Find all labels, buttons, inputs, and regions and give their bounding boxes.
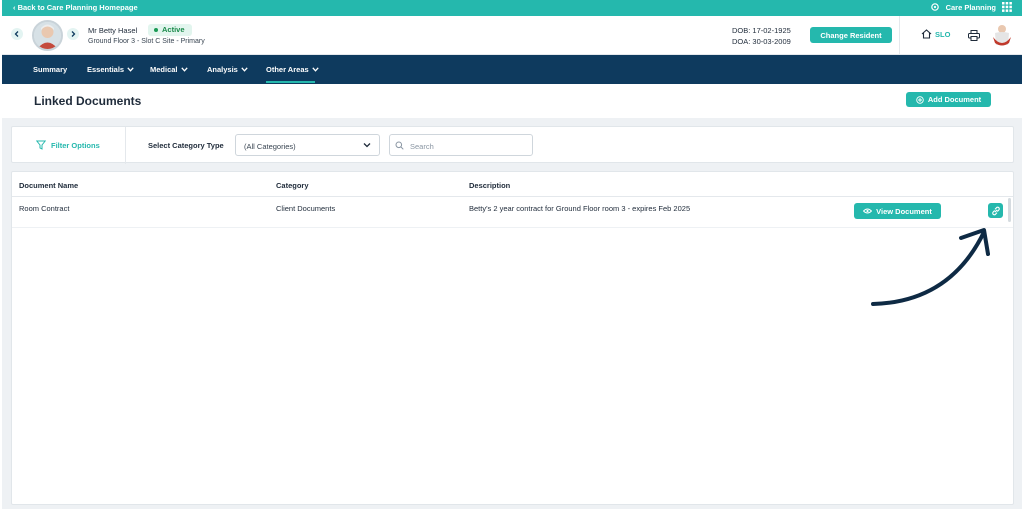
header-divider — [12, 196, 1013, 197]
top-bar-right: Care Planning — [930, 2, 1012, 12]
search-input[interactable]: Search — [389, 134, 533, 156]
cell-document-name: Room Contract — [19, 204, 70, 213]
chevron-down-icon — [241, 67, 248, 72]
nav-item-other-areas[interactable]: Other Areas — [266, 65, 319, 74]
search-icon — [395, 141, 404, 150]
print-button[interactable] — [968, 28, 980, 46]
plus-circle-icon — [916, 95, 924, 104]
chevron-down-icon — [311, 67, 319, 72]
main-nav: Summary Essentials Medical Analysis Othe… — [2, 55, 1022, 84]
resident-name: Mr Betty Hasel — [88, 26, 138, 35]
cell-category: Client Documents — [276, 204, 336, 213]
nav-label: Other Areas — [266, 65, 309, 74]
nav-label: Analysis — [207, 65, 238, 74]
add-document-label: Add Document — [927, 95, 982, 104]
annotation-arrow — [871, 228, 990, 306]
nav-item-summary[interactable]: Summary — [33, 65, 67, 74]
header-divider — [899, 16, 900, 55]
home-icon — [921, 29, 932, 39]
category-type-label: Select Category Type — [148, 141, 224, 150]
add-document-button[interactable]: Add Document — [906, 92, 991, 107]
column-header-description: Description — [469, 181, 511, 190]
resident-dates: DOB: 17-02-1925 DOA: 30-03-2009 — [732, 25, 791, 47]
avatar — [32, 20, 63, 51]
nav-label: Summary — [33, 65, 68, 74]
nav-item-analysis[interactable]: Analysis — [207, 65, 248, 74]
filter-options-label: Filter Options — [51, 140, 100, 150]
next-resident-button[interactable] — [67, 28, 79, 40]
chevron-right-icon — [71, 31, 76, 37]
grid-icon[interactable] — [1002, 2, 1012, 12]
resident-header: Mr Betty Hasel Active Ground Floor 3 - S… — [2, 16, 1022, 55]
nav-item-essentials[interactable]: Essentials — [87, 65, 134, 74]
search-placeholder: Search — [410, 142, 434, 151]
column-header-category: Category — [276, 181, 309, 190]
doa-text: DOA: 30-03-2009 — [732, 37, 791, 46]
category-select-value: (All Categories) — [244, 142, 296, 151]
filter-divider — [125, 127, 126, 164]
filter-icon — [36, 140, 46, 150]
home-label: SLO — [935, 29, 951, 39]
logo — [991, 23, 1013, 48]
prev-resident-button[interactable] — [11, 28, 23, 40]
status-badge: Active — [148, 24, 192, 36]
back-link[interactable]: ‹ Back to Care Planning Homepage — [13, 3, 138, 12]
column-header-name: Document Name — [19, 181, 79, 190]
page-header: Linked Documents Add Document — [2, 84, 1022, 118]
nav-label: Essentials — [87, 65, 125, 74]
back-link-label: Back to Care Planning Homepage — [17, 3, 138, 12]
change-resident-button[interactable]: Change Resident — [810, 27, 892, 43]
filter-options-toggle[interactable]: Filter Options — [36, 140, 100, 150]
nav-label: Medical — [150, 65, 178, 74]
nav-active-indicator — [266, 81, 315, 83]
link-icon — [991, 206, 1000, 215]
filter-card: Filter Options Select Category Type (All… — [11, 126, 1014, 164]
table-scrollbar[interactable] — [1008, 198, 1011, 222]
cell-description: Betty's 2 year contract for Ground Floor… — [469, 204, 691, 213]
nav-item-medical[interactable]: Medical — [150, 65, 188, 74]
view-document-label: View Document — [876, 206, 932, 216]
app-label: Care Planning — [945, 2, 996, 12]
eye-icon — [863, 208, 873, 214]
chevron-down-icon — [363, 143, 371, 148]
chevron-down-icon — [127, 67, 134, 72]
resident-location: Ground Floor 3 - Slot C Site - Primary — [88, 38, 205, 45]
dob-text: DOB: 17-02-1925 — [732, 26, 791, 35]
chevron-down-icon — [180, 67, 188, 72]
home-link[interactable]: SLO — [921, 29, 950, 39]
category-select[interactable]: (All Categories) — [235, 134, 380, 156]
printer-icon — [968, 30, 980, 41]
view-document-button[interactable]: View Document — [854, 203, 941, 219]
unlink-document-button[interactable] — [988, 203, 1003, 218]
gear-icon[interactable] — [930, 2, 940, 12]
top-bar: ‹ Back to Care Planning Homepage Care Pl… — [2, 0, 1022, 16]
page-title: Linked Documents — [34, 94, 142, 108]
chevron-left-icon — [14, 31, 19, 37]
